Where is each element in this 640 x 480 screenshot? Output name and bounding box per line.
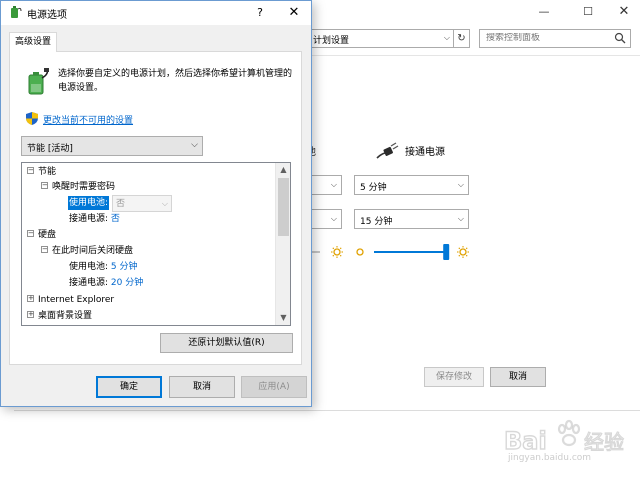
setting-value[interactable]: 5 分钟 [111,262,138,272]
chevron-down-icon[interactable]: ⌵ [444,33,450,43]
tree-item-password-battery[interactable]: 使用电池: 否 ⌵ [68,195,172,212]
watermark-url: jingyan.baidu.com [508,453,592,463]
plug-icon [376,142,399,159]
watermark-brand-suffix: 经验 [584,430,624,454]
cancel-button[interactable]: 取消 [169,376,235,398]
tree-item-disk-plugged[interactable]: 接通电源: 20 分钟 [69,275,143,291]
close-window-button[interactable]: ✕ [610,3,638,21]
chevron-down-icon: ⌵ [457,214,464,223]
collapse-icon[interactable]: − [27,167,34,174]
address-text: 计划设置 [313,36,350,46]
expand-icon[interactable]: + [27,295,34,302]
collapse-icon[interactable]: − [41,182,48,189]
paw-icon [557,419,581,447]
settings-tree[interactable]: − 节能 − 唤醒时需要密码 使用电池: 否 ⌵ 接通电源: 否 − 硬盘 − 在此时间… [21,162,291,326]
password-battery-select[interactable]: 否 ⌵ [112,195,172,212]
dialog-title: 电源选项 [27,10,67,21]
minimize-button[interactable]: — [530,3,558,21]
dialog-titlebar: 电源选项 ? ✕ [1,1,311,25]
battery-label-selected: 使用电池: [68,196,110,210]
uac-shield-icon [26,112,38,125]
chevron-down-icon: ⌵ [457,180,464,189]
apply-button[interactable]: 应用(A) [241,376,307,398]
address-bar[interactable]: 计划设置 ⌵ [300,29,454,48]
restore-defaults-button[interactable]: 还原计划默认值(R) [160,333,293,353]
setting-value[interactable]: 否 [111,214,120,224]
tree-item-label: 硬盘 [38,230,57,240]
chevron-down-icon: ⌵ [330,180,337,189]
refresh-icon[interactable]: ↻ [454,29,470,48]
battery-plug-icon [28,68,49,95]
tree-item-internet-explorer[interactable]: + Internet Explorer [27,292,114,308]
power-plan-select[interactable]: 节能 [活动] ⌵ [21,136,203,156]
advanced-settings-panel: 选择你要自定义的电源计划，然后选择你希望计算机管理的电源设置。 更改当前不可用的… [9,51,302,365]
sun-icon [331,246,343,258]
maximize-button[interactable]: ☐ [574,3,602,21]
tree-item-label: 在此时间后关闭硬盘 [52,246,134,256]
select-value: 否 [116,199,126,209]
help-button[interactable]: ? [250,4,270,22]
tree-item-hard-disk[interactable]: − 硬盘 [27,227,56,243]
plugged-in-column-label: 接通电源 [405,147,445,158]
baidu-watermark: Bai 经验 [503,419,625,456]
tree-item-sleep[interactable]: − 节能 [27,164,56,180]
collapse-icon[interactable]: − [41,246,48,253]
search-icon[interactable] [614,32,626,44]
search-input[interactable] [486,33,606,43]
select-value: 5 分钟 [360,183,387,193]
scroll-thumb[interactable] [278,178,289,236]
bg-cancel-button[interactable]: 取消 [490,367,546,387]
tree-item-turn-off-disk[interactable]: − 在此时间后关闭硬盘 [41,243,133,259]
scroll-up-icon[interactable]: ▲ [276,163,290,177]
plan-select-value: 节能 [活动] [27,144,73,154]
setting-label: 接通电源: [69,278,109,288]
watermark-brand: Bai [504,427,547,455]
tree-item-desktop-background[interactable]: + 桌面背景设置 [27,308,92,324]
chevron-down-icon: ⌵ [191,140,198,150]
ok-button[interactable]: 确定 [96,376,162,398]
expand-icon[interactable]: + [27,311,34,318]
tree-item-label: 唤醒时需要密码 [52,182,116,192]
collapse-icon[interactable]: − [27,230,34,237]
save-changes-button[interactable]: 保存修改 [424,367,484,387]
change-unavailable-settings-link[interactable]: 更改当前不可用的设置 [43,113,133,126]
scroll-down-icon[interactable]: ▼ [276,311,290,325]
sleep-plugged-select[interactable]: 5 分钟 ⌵ [354,175,469,195]
tree-item-disk-battery[interactable]: 使用电池: 5 分钟 [69,259,138,275]
tree-scrollbar[interactable]: ▲ ▼ [275,163,290,325]
tree-item-label: Internet Explorer [38,295,115,305]
chevron-down-icon: ⌵ [330,214,337,223]
tab-advanced-settings[interactable]: 高级设置 [9,32,57,52]
sun-icon [457,246,469,258]
setting-label: 接通电源: [69,214,109,224]
brightness-sliders [300,244,469,260]
search-box[interactable] [479,29,631,48]
tree-item-require-password[interactable]: − 唤醒时需要密码 [41,179,115,195]
intro-text: 选择你要自定义的电源计划，然后选择你希望计算机管理的电源设置。 [58,69,293,93]
chevron-down-icon: ⌵ [161,199,168,208]
dim-sun-icon [356,248,364,256]
select-value: 15 分钟 [360,217,393,227]
tree-item-label: 节能 [38,167,57,177]
display-plugged-select[interactable]: 15 分钟 ⌵ [354,209,469,229]
setting-label: 使用电池: [69,262,109,272]
dialog-close-button[interactable]: ✕ [284,4,304,22]
power-options-dialog: 电源选项 ? ✕ 高级设置 选择你要自定义的电源计划，然后选择你希望计算机管理的… [0,0,312,407]
setting-value[interactable]: 20 分钟 [111,278,143,288]
brightness-ac-thumb[interactable] [443,244,450,260]
tree-item-label: 桌面背景设置 [38,311,93,321]
power-options-icon [11,6,22,18]
tree-item-password-plugged[interactable]: 接通电源: 否 [69,211,120,227]
